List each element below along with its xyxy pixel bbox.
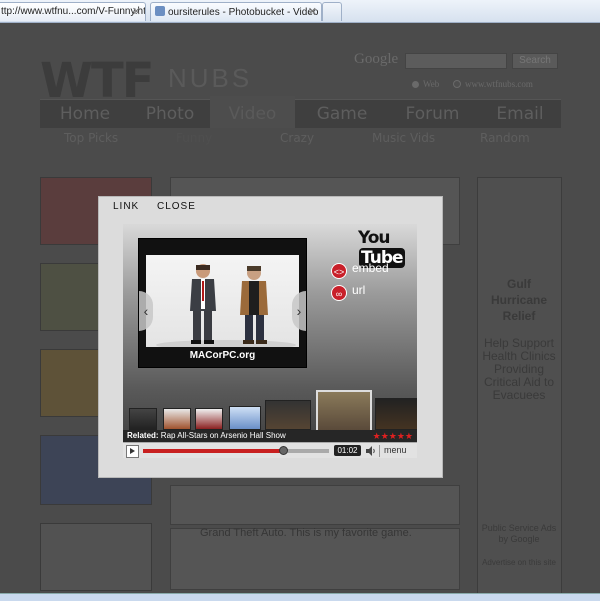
nav-photo[interactable]: Photo [130, 100, 210, 128]
ad-title[interactable]: Gulf Hurricane Relief [479, 276, 559, 324]
youtube-player[interactable]: YouTube ‹ › MACorPC.org <> embed ∞ url R… [123, 224, 417, 458]
radio-label: www.wtfnubs.com [465, 79, 533, 89]
nav-video[interactable]: Video [210, 96, 295, 128]
google-search-button[interactable]: Search [512, 53, 558, 69]
related-thumbnail[interactable] [375, 398, 417, 430]
related-thumbnail[interactable] [229, 406, 261, 430]
time-display: 01:02 [334, 445, 361, 456]
video-watermark: MACorPC.org [189, 350, 256, 361]
seek-bar[interactable] [143, 446, 329, 455]
rating-stars: ★★★★★ [372, 431, 413, 441]
radio-label: Web [423, 79, 440, 89]
nav-game[interactable]: Game [302, 100, 382, 128]
google-search-input[interactable] [405, 53, 507, 69]
subnav-random[interactable]: Random [480, 131, 530, 145]
embed-icon: <> [331, 263, 347, 279]
new-tab-button[interactable] [322, 2, 342, 21]
volume-icon[interactable] [366, 446, 376, 456]
browser-tab-photobucket[interactable]: oursiterules - Photobucket - Video a... … [150, 2, 322, 21]
youtube-logo-you: You [358, 228, 391, 248]
related-thumbnail[interactable] [265, 400, 311, 430]
related-thumbnail[interactable] [129, 408, 157, 430]
search-option-web[interactable]: Web [412, 79, 439, 89]
embed-option[interactable]: <> embed [331, 261, 389, 279]
nav-home[interactable]: Home [40, 100, 130, 128]
close-tab-icon[interactable]: ✕ [308, 5, 317, 18]
video-thumbnail[interactable] [40, 523, 152, 591]
subnav-funny[interactable]: Funny [176, 131, 212, 145]
related-caption[interactable]: Related: Rap All-Stars on Arsenio Hall S… [123, 430, 417, 442]
content-box [170, 485, 460, 525]
ad-body[interactable]: Help Support Health Clinics Providing Cr… [479, 337, 559, 402]
menu-button[interactable]: menu [384, 445, 407, 455]
radio-icon [453, 80, 461, 88]
play-icon[interactable] [126, 445, 139, 458]
tab-title: ttp://www.wtfnu...com/V-Funny.htm [1, 6, 146, 17]
seek-progress [143, 449, 283, 453]
url-label: url [352, 283, 366, 297]
next-video-arrow-icon[interactable]: › [292, 291, 306, 331]
ad-psa-label[interactable]: Public Service Ads by Google [479, 523, 559, 545]
related-thumbnail[interactable] [195, 408, 223, 430]
link-button[interactable]: LINK [113, 201, 139, 212]
nav-email[interactable]: Email [480, 100, 560, 128]
subnav-music-vids[interactable]: Music Vids [372, 131, 435, 145]
search-option-site[interactable]: www.wtfnubs.com [453, 79, 533, 89]
video-frame[interactable] [146, 255, 299, 347]
favicon-icon [155, 6, 165, 16]
player-controls: 01:02 menu [123, 442, 417, 458]
tab-title: oursiterules - Photobucket - Video a... [168, 7, 322, 18]
video-lightbox: LINK CLOSE YouTube ‹ › MACorPC.org <> em… [98, 196, 443, 478]
related-thumbnail[interactable] [163, 408, 191, 430]
google-logo: Google [354, 51, 399, 67]
divider [379, 445, 380, 457]
seek-handle[interactable] [278, 446, 288, 455]
video-description[interactable]: Grand Theft Auto. This is my favorite ga… [200, 527, 412, 539]
browser-tab-wtfnubs[interactable]: ttp://www.wtfnu...com/V-Funny.htm ✕ [0, 2, 146, 21]
subnav-top-picks[interactable]: Top Picks [64, 131, 118, 145]
radio-icon [412, 81, 419, 88]
video-scene [156, 264, 296, 347]
url-option[interactable]: ∞ url [331, 283, 365, 301]
embed-label: embed [352, 261, 389, 275]
related-title: Rap All-Stars on Arsenio Hall Show [160, 431, 286, 440]
related-thumbnail-selected[interactable] [316, 390, 372, 432]
video-preview[interactable]: ‹ › MACorPC.org [138, 238, 307, 368]
close-button[interactable]: CLOSE [157, 201, 196, 212]
related-prefix: Related: [127, 431, 159, 440]
site-logo-sub: NUBS [168, 63, 253, 93]
nav-forum[interactable]: Forum [390, 100, 475, 128]
advertise-link[interactable]: Advertise on this site [479, 558, 559, 567]
link-icon: ∞ [331, 285, 347, 301]
browser-tab-strip: ttp://www.wtfnu...com/V-Funny.htm ✕ ours… [0, 0, 600, 23]
main-nav: Home Photo Video Game Forum Email [40, 96, 561, 128]
close-tab-icon[interactable]: ✕ [132, 5, 141, 18]
subnav-crazy[interactable]: Crazy [280, 131, 314, 145]
related-videos-strip [123, 390, 417, 432]
